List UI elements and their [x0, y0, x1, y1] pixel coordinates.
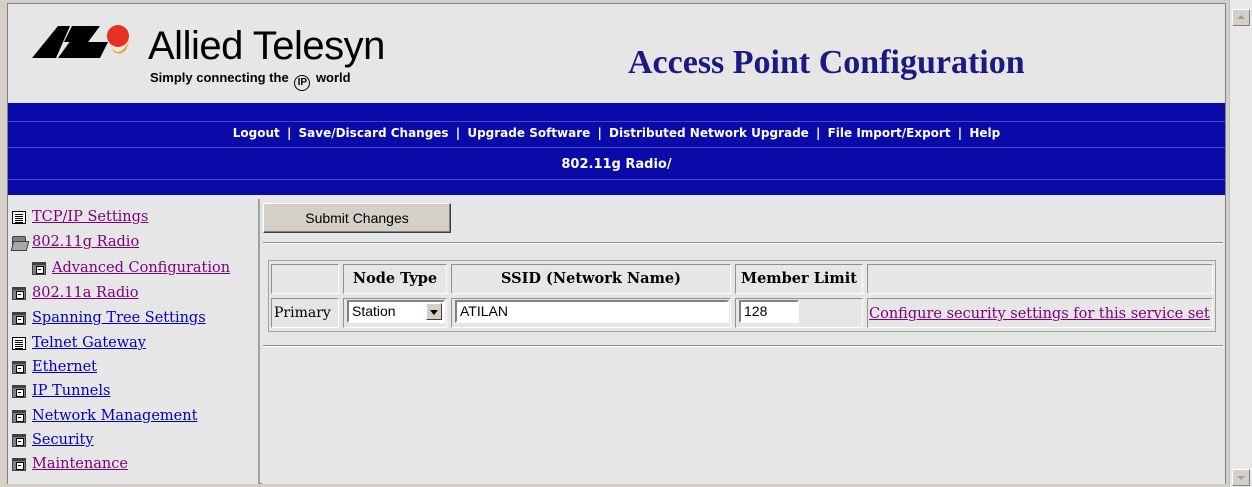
open-folder-icon: [12, 235, 26, 249]
sidebar-item-label: Telnet Gateway: [32, 335, 147, 351]
sidebar-item-label: IP Tunnels: [32, 383, 111, 399]
logo-tagline: Simply connecting the IP world: [150, 70, 351, 91]
nav-separator: |: [286, 126, 292, 140]
nav-distributed-network-upgrade[interactable]: Distributed Network Upgrade: [609, 126, 809, 140]
sidebar-item-maintenance[interactable]: Maintenance: [12, 456, 128, 472]
ip-icon: IP: [294, 75, 311, 91]
sidebar-item-label: Maintenance: [32, 456, 128, 472]
sidebar-item-label: Spanning Tree Settings: [32, 310, 206, 326]
page-icon: [12, 336, 26, 350]
sidebar-item-spanning-tree-settings[interactable]: Spanning Tree Settings: [12, 310, 206, 326]
submit-changes-button[interactable]: Submit Changes: [263, 203, 451, 233]
node-type-value: Station: [352, 303, 396, 319]
folder-icon: [12, 409, 26, 423]
sidebar-item-network-management[interactable]: Network Management: [12, 408, 197, 424]
member-limit-input[interactable]: 128: [739, 300, 799, 323]
vertical-scrollbar[interactable]: [1229, 0, 1252, 487]
nav-upgrade-software[interactable]: Upgrade Software: [467, 126, 590, 140]
scroll-up-arrow-icon[interactable]: [1232, 9, 1250, 26]
page-icon: [12, 210, 26, 224]
dropdown-arrow-icon[interactable]: [426, 303, 442, 320]
nav-separator: |: [597, 126, 602, 140]
folder-icon: [12, 457, 26, 471]
allied-telesyn-logo: Allied Telesyn Simply connecting the IP …: [30, 22, 410, 94]
sidebar-item-ip-tunnels[interactable]: IP Tunnels: [12, 383, 110, 399]
sidebar-item-label: 802.11g Radio: [32, 234, 140, 250]
sidebar-item-label: Advanced Configuration: [52, 260, 231, 276]
row-label-primary: Primary: [271, 298, 339, 328]
sidebar-item-ethernet[interactable]: Ethernet: [12, 359, 97, 375]
folder-icon: [12, 360, 26, 374]
sidebar-item-label: Ethernet: [32, 359, 98, 375]
nav-divider: [8, 179, 1225, 180]
nav-band: Logout | Save/Discard Changes | Upgrade …: [8, 103, 1225, 195]
browser-window: Allied Telesyn Simply connecting the IP …: [0, 0, 1252, 487]
logo-mark-icon: [32, 25, 130, 58]
sidebar-item-telnet-gateway[interactable]: Telnet Gateway: [12, 335, 146, 351]
ssid-input[interactable]: ATILAN: [455, 300, 729, 323]
table-header-blank: [271, 264, 339, 294]
folder-icon: [12, 311, 26, 325]
folder-icon: [12, 433, 26, 447]
sidebar-item-label: Security: [32, 432, 94, 448]
logo-text: Allied Telesyn: [148, 24, 385, 68]
sidebar-item-security[interactable]: Security: [12, 432, 94, 448]
sidebar-item-802-11g-radio[interactable]: 802.11g Radio: [12, 234, 139, 250]
nav-file-import-export[interactable]: File Import/Export: [828, 126, 951, 140]
top-nav: Logout | Save/Discard Changes | Upgrade …: [8, 126, 1225, 140]
nav-save-discard-changes[interactable]: Save/Discard Changes: [299, 126, 449, 140]
breadcrumb: 802.11g Radio/: [561, 157, 672, 172]
nav-separator: |: [455, 126, 461, 140]
divider: [263, 242, 1223, 244]
sidebar-item-tcpip-settings[interactable]: TCP/IP Settings: [12, 209, 148, 225]
scroll-down-arrow-icon[interactable]: [1232, 469, 1250, 486]
nav-help[interactable]: Help: [969, 126, 1000, 140]
nav-separator: |: [957, 126, 963, 140]
nav-separator: |: [816, 126, 821, 140]
main-content: Submit Changes Node Type SSID (Network N…: [262, 199, 1225, 484]
nav-divider: [8, 121, 1225, 122]
page-title: Access Point Configuration: [628, 44, 1025, 81]
tagline-start: Simply connecting the: [150, 70, 289, 85]
folder-icon: [12, 286, 26, 300]
folder-icon: [32, 261, 46, 275]
sidebar-item-advanced-configuration[interactable]: Advanced Configuration: [32, 260, 230, 276]
node-type-select[interactable]: Station: [347, 300, 445, 323]
sidebar-tree: TCP/IP Settings 802.11g Radio Advanced C…: [8, 199, 260, 484]
tagline-end: world: [315, 70, 351, 85]
configure-security-link[interactable]: Configure security settings for this ser…: [869, 300, 1210, 328]
nav-logout[interactable]: Logout: [233, 126, 280, 140]
header: Allied Telesyn Simply connecting the IP …: [8, 4, 1225, 102]
sidebar-item-802-11a-radio[interactable]: 802.11a Radio: [12, 285, 139, 301]
table-header-actions: [867, 264, 1213, 294]
nav-divider: [8, 147, 1225, 148]
table-header-ssid: SSID (Network Name): [451, 264, 731, 294]
sidebar-item-label: Network Management: [32, 408, 198, 424]
sidebar-item-label: TCP/IP Settings: [32, 209, 149, 225]
folder-icon: [12, 384, 26, 398]
table-header-node-type: Node Type: [343, 264, 447, 294]
service-set-table: Node Type SSID (Network Name) Member Lim…: [268, 260, 1216, 332]
sidebar-item-label: 802.11a Radio: [32, 285, 139, 301]
divider: [263, 345, 1223, 347]
table-header-member-limit: Member Limit: [735, 264, 863, 294]
